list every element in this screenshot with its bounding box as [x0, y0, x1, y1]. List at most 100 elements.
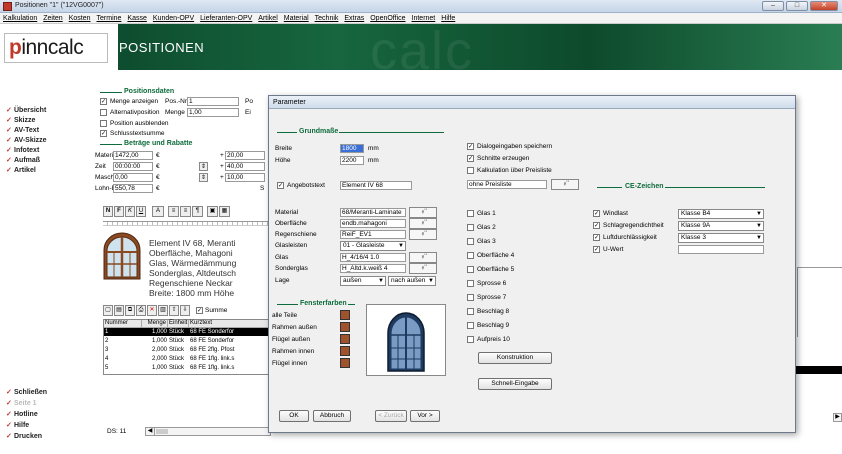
- summe-checkbox[interactable]: ✓: [196, 307, 203, 314]
- align-center-icon[interactable]: ≡: [180, 206, 191, 217]
- format-italic-button[interactable]: K: [125, 206, 135, 217]
- lage-select-1[interactable]: außen ▼: [340, 276, 386, 286]
- menge-input[interactable]: 1,00: [187, 108, 239, 117]
- pos-nr-input[interactable]: 1: [187, 97, 239, 106]
- windlast-checkbox[interactable]: ✓: [593, 210, 600, 217]
- color-swatch-rahmen-aussen[interactable]: [340, 322, 350, 332]
- maschine-input[interactable]: 0,00: [113, 173, 153, 182]
- sidebar-item-av-text[interactable]: ✓ AV-Text: [6, 126, 39, 135]
- sidebar-item-infotext[interactable]: ✓ Infotext: [6, 146, 39, 155]
- aufpreis-10-checkbox[interactable]: [467, 336, 474, 343]
- close-button[interactable]: ✕: [810, 1, 838, 11]
- menu-material[interactable]: Material: [281, 13, 312, 24]
- zeit-input[interactable]: 00:00:00: [113, 162, 153, 171]
- regenschiene-lookup-icon[interactable]: ♀̈: [409, 229, 437, 240]
- print-icon[interactable]: ⎙: [136, 305, 146, 316]
- preisliste-lookup-icon[interactable]: ♀̈: [551, 179, 579, 190]
- horizontal-scrollbar[interactable]: ◀: [145, 427, 271, 436]
- sidebar-item-uebersicht[interactable]: ✓ Übersicht: [6, 106, 46, 115]
- color-swatch-alle-teile[interactable]: [340, 310, 350, 320]
- format-bold-button[interactable]: F: [114, 206, 124, 217]
- format-normal-button[interactable]: N: [103, 206, 113, 217]
- menu-kosten[interactable]: Kosten: [66, 13, 94, 24]
- glas-2-checkbox[interactable]: [467, 224, 474, 231]
- sidebar-item-seite-1[interactable]: ✓ Seite 1: [6, 399, 37, 408]
- sidebar-item-skizze[interactable]: ✓ Skizze: [6, 116, 35, 125]
- scroll-thumb[interactable]: [156, 429, 168, 434]
- table-row[interactable]: 5 1,000 Stück 68 FE 1flg. link.s: [104, 364, 274, 372]
- schnell-eingabe-button[interactable]: Schnell-Eingabe: [478, 378, 552, 390]
- beschlag-9-checkbox[interactable]: [467, 322, 474, 329]
- rabatt-1-input[interactable]: 20,00: [225, 151, 265, 160]
- menge-anzeigen-checkbox[interactable]: ✓: [100, 98, 107, 105]
- regenschiene-field[interactable]: ReiF_EV1: [340, 230, 406, 239]
- table-row[interactable]: 4 2,000 Stück 68 FE 1flg. link.s: [104, 355, 274, 363]
- glasleisten-select[interactable]: 01 - Glasleiste ▼: [340, 241, 406, 251]
- kalkulation-preisliste-checkbox[interactable]: [467, 167, 474, 174]
- menu-lieferanten-opv[interactable]: Lieferanten-OPV: [197, 13, 255, 24]
- position-ausblenden-checkbox[interactable]: [100, 120, 107, 127]
- sidebar-item-hotline[interactable]: ✓ Hotline: [6, 410, 38, 419]
- column-header-kurztext[interactable]: Kurztext: [189, 320, 274, 328]
- abbruch-button[interactable]: Abbruch: [313, 410, 351, 422]
- paragraph-icon[interactable]: ¶: [192, 206, 203, 217]
- save-icon[interactable]: ▤: [114, 305, 124, 316]
- insert-image-icon[interactable]: ▣: [207, 206, 218, 217]
- move-down-icon[interactable]: ⇩: [180, 305, 190, 316]
- breite-input[interactable]: 1800: [340, 144, 364, 153]
- luftdurchlaessigkeit-checkbox[interactable]: ✓: [593, 234, 600, 241]
- u-wert-checkbox[interactable]: ✓: [593, 246, 600, 253]
- rabatt-2-input[interactable]: 40,00: [225, 162, 265, 171]
- vor-button[interactable]: Vor >: [410, 410, 440, 422]
- sidebar-item-drucken[interactable]: ✓ Drucken: [6, 432, 42, 441]
- glas-lookup-icon[interactable]: ♀̈: [409, 252, 437, 263]
- font-color-icon[interactable]: A: [152, 206, 164, 217]
- sonderglas-field[interactable]: H_Altd.k.weiß 4: [340, 264, 406, 273]
- column-header-menge[interactable]: Menge: [142, 320, 168, 328]
- angebotstext-checkbox[interactable]: ✓: [277, 182, 284, 189]
- sidebar-item-artikel[interactable]: ✓ Artikel: [6, 166, 36, 175]
- schnitte-checkbox[interactable]: ✓: [467, 155, 474, 162]
- delete-icon[interactable]: ✕: [147, 305, 157, 316]
- table-row[interactable]: 3 2,000 Stück 68 FE 2flg. Pfost: [104, 346, 274, 354]
- paste-icon[interactable]: ▥: [158, 305, 168, 316]
- zeit-spinner[interactable]: ⇕: [199, 162, 208, 171]
- oberflaeche-field[interactable]: endb.mahagoni: [340, 219, 406, 228]
- insert-table-icon[interactable]: ▦: [219, 206, 230, 217]
- menu-termine[interactable]: Termine: [94, 13, 125, 24]
- column-header-einheit[interactable]: Einheit: [168, 320, 189, 328]
- move-up-icon[interactable]: ⇧: [169, 305, 179, 316]
- oberflaeche-5-checkbox[interactable]: [467, 266, 474, 273]
- align-left-icon[interactable]: ≡: [168, 206, 179, 217]
- windlast-select[interactable]: Klasse B4 ▼: [678, 209, 764, 219]
- material-field[interactable]: 68/Meranti-Laminate: [340, 208, 406, 217]
- konstruktion-button[interactable]: Konstruktion: [478, 352, 552, 364]
- table-row[interactable]: 1 1,000 Stück 68 FE Sonderfor: [104, 328, 274, 336]
- menu-artikel[interactable]: Artikel: [255, 13, 280, 24]
- sprosse-7-checkbox[interactable]: [467, 294, 474, 301]
- angebotstext-input[interactable]: Element IV 68: [340, 181, 412, 190]
- material-lookup-icon[interactable]: ♀̈: [409, 207, 437, 218]
- color-swatch-fluegel-innen[interactable]: [340, 358, 350, 368]
- schlagregendichtheit-select[interactable]: Klasse 9A ▼: [678, 221, 764, 231]
- sidebar-item-av-skizze[interactable]: ✓ AV-Skizze: [6, 136, 47, 145]
- preisliste-field[interactable]: ohne Preisliste: [467, 180, 547, 189]
- column-header-nummer[interactable]: Nummer: [104, 320, 142, 328]
- sidebar-item-aufmass[interactable]: ✓ Aufmaß: [6, 156, 40, 165]
- beschlag-8-checkbox[interactable]: [467, 308, 474, 315]
- glas-3-checkbox[interactable]: [467, 238, 474, 245]
- format-underline-button[interactable]: U: [136, 206, 146, 217]
- sidebar-item-schliessen[interactable]: ✓ Schließen: [6, 388, 47, 397]
- material-input[interactable]: 1472,00: [113, 151, 153, 160]
- copy-icon[interactable]: ⧉: [125, 305, 135, 316]
- oberflaeche-4-checkbox[interactable]: [467, 252, 474, 259]
- table-row[interactable]: 2 1,000 Stück 68 FE Sonderfor: [104, 337, 274, 345]
- minimize-button[interactable]: –: [762, 1, 784, 11]
- menu-kunden-opv[interactable]: Kunden-OPV: [150, 13, 197, 24]
- menu-kalkulation[interactable]: Kalkulation: [0, 13, 40, 24]
- zurueck-button[interactable]: < Zurück: [375, 410, 407, 422]
- menu-zeiten[interactable]: Zeiten: [40, 13, 65, 24]
- glas-field[interactable]: H_4/16/4 1.0: [340, 253, 406, 262]
- new-row-icon[interactable]: ▢: [103, 305, 113, 316]
- lohn-ek-input[interactable]: 550,78: [113, 184, 153, 193]
